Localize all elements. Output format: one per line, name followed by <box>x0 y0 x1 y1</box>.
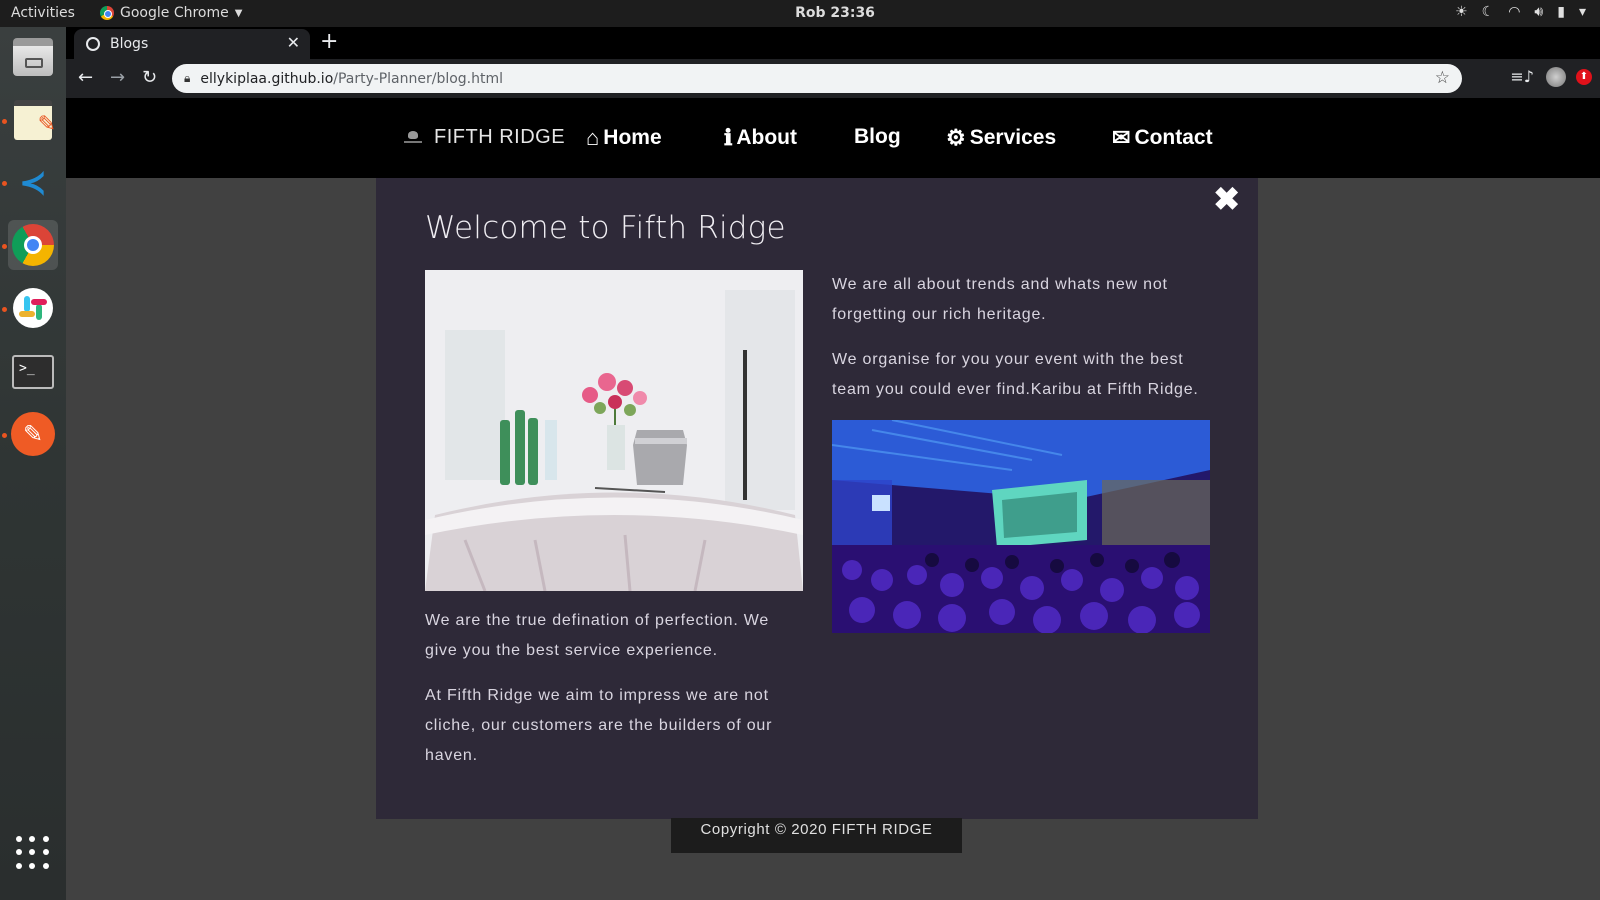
paragraph: We are the true defination of perfection… <box>425 612 770 659</box>
nav-contact-label: Contact <box>1134 126 1213 149</box>
site-navbar: FIFTH RIDGE ⌂ Home ℹ About Blog ⚙ Servic… <box>66 98 1600 178</box>
dock: ≺ >_ ✎ <box>0 27 66 900</box>
gears-icon: ⚙ <box>946 125 966 150</box>
running-indicator <box>2 119 7 124</box>
url-host: ellykiplaa.github.io <box>200 70 334 87</box>
welcome-modal: ✖ Welcome to Fifth Ridge We are the true… <box>376 178 1258 819</box>
right-column-text: We are all about trends and whats new no… <box>832 270 1222 420</box>
site-footer: Copyright © 2020 FIFTH RIDGE <box>671 818 962 853</box>
show-applications-icon[interactable] <box>16 836 50 870</box>
slack-icon <box>13 288 53 328</box>
chevron-down-icon[interactable]: ▾ <box>1579 4 1586 20</box>
copyright-text: Copyright © 2020 FIFTH RIDGE <box>700 821 933 838</box>
page-viewport: FIFTH RIDGE ⌂ Home ℹ About Blog ⚙ Servic… <box>66 98 1600 900</box>
paragraph: We are all about trends and whats new no… <box>832 276 1168 323</box>
terminal-icon: >_ <box>12 355 54 389</box>
left-column-text: We are the true defination of perfection… <box>425 606 805 786</box>
running-indicator <box>2 433 7 438</box>
new-tab-button[interactable]: + <box>320 29 338 54</box>
dock-terminal[interactable]: >_ <box>8 347 58 397</box>
vscode-icon: ≺ <box>18 163 48 203</box>
system-tray[interactable]: ☀ ☾ ◠ 🔊︎ ▮ ▾ <box>1455 4 1586 20</box>
nav-about-label: About <box>736 126 798 149</box>
event-hall-photo <box>832 420 1210 633</box>
dock-vscode[interactable]: ≺ <box>8 158 58 208</box>
nav-blog-label: Blog <box>854 125 901 148</box>
running-indicator <box>2 181 7 186</box>
brand-name: FIFTH RIDGE <box>434 126 566 148</box>
profile-avatar[interactable] <box>1546 67 1566 87</box>
browser-window: Blogs ✕ + ← → ↻ 🔒︎ ellykiplaa.github.io /… <box>66 27 1600 900</box>
chrome-icon <box>12 224 54 266</box>
home-icon: ⌂ <box>586 125 600 150</box>
nav-contact[interactable]: ✉ Contact <box>1112 125 1213 151</box>
tab-blogs[interactable]: Blogs ✕ <box>74 29 310 59</box>
address-bar[interactable]: 🔒︎ ellykiplaa.github.io/Party-Planner/bl… <box>172 64 1462 93</box>
table-centerpiece-image <box>425 270 803 591</box>
back-button[interactable]: ← <box>78 67 93 88</box>
paragraph: At Fifth Ridge we aim to impress we are … <box>425 687 773 764</box>
dock-files[interactable] <box>8 32 58 82</box>
postman-icon: ✎ <box>11 412 55 456</box>
nav-services-label: Services <box>969 126 1057 149</box>
logo-icon <box>404 130 422 145</box>
star-icon[interactable]: ☆ <box>1435 68 1450 88</box>
battery-icon[interactable]: ▮ <box>1557 4 1565 20</box>
update-icon[interactable]: ⬆ <box>1576 69 1592 85</box>
text-editor-icon <box>14 100 56 140</box>
running-indicator <box>2 307 7 312</box>
nav-services[interactable]: ⚙ Services <box>946 125 1056 151</box>
close-icon[interactable]: ✕ <box>287 33 300 52</box>
url-path: /Party-Planner/blog.html <box>333 70 504 87</box>
nav-home-label: Home <box>603 126 662 149</box>
nav-blog[interactable]: Blog <box>854 125 901 149</box>
media-controls-icon[interactable]: ≡♪ <box>1510 67 1534 86</box>
running-indicator <box>2 244 7 249</box>
browser-toolbar: ← → ↻ 🔒︎ ellykiplaa.github.io/Party-Plan… <box>66 59 1600 98</box>
dock-text-editor[interactable] <box>8 95 58 145</box>
system-clock[interactable]: Rob 23:36 <box>0 5 1600 21</box>
forward-button[interactable]: → <box>110 67 125 88</box>
info-icon: ℹ <box>724 125 733 150</box>
envelope-icon: ✉ <box>1112 125 1131 150</box>
wifi-icon[interactable]: ◠ <box>1508 4 1520 20</box>
dock-slack[interactable] <box>8 283 58 333</box>
weather-icon[interactable]: ☀ <box>1455 4 1468 20</box>
event-hall-image <box>832 420 1210 633</box>
files-icon <box>13 38 53 76</box>
paragraph: We organise for you your event with the … <box>832 351 1199 398</box>
lock-icon[interactable]: 🔒︎ <box>184 71 190 86</box>
tab-strip: Blogs ✕ + <box>66 27 1600 59</box>
system-top-bar: Activities Google Chrome ▼ Rob 23:36 ☀ ☾… <box>0 0 1600 27</box>
volume-icon[interactable]: 🔊︎ <box>1534 4 1543 20</box>
tab-title: Blogs <box>110 36 149 52</box>
dock-postman[interactable]: ✎ <box>8 409 58 459</box>
globe-icon <box>86 37 100 51</box>
nav-about[interactable]: ℹ About <box>724 125 797 151</box>
reload-button[interactable]: ↻ <box>142 67 157 88</box>
brand[interactable]: FIFTH RIDGE <box>404 126 565 149</box>
nav-home[interactable]: ⌂ Home <box>586 125 662 151</box>
close-icon[interactable]: ✖ <box>1213 180 1240 218</box>
dock-chrome[interactable] <box>8 220 58 270</box>
modal-title: Welcome to Fifth Ridge <box>425 210 786 246</box>
night-light-icon[interactable]: ☾ <box>1482 4 1495 20</box>
table-centerpiece-photo <box>425 270 803 591</box>
